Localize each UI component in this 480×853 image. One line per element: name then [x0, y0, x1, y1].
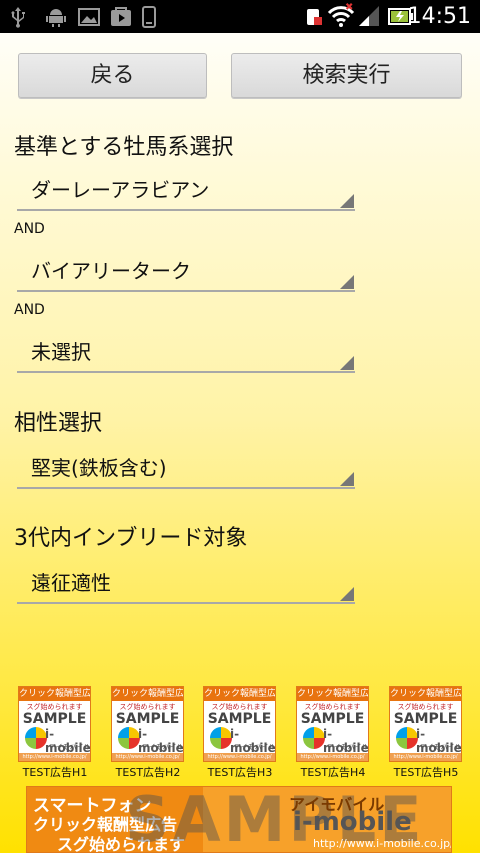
signal-icon [357, 0, 381, 33]
phone-icon [142, 6, 156, 28]
ad-sample: SAMPLE [22, 711, 87, 727]
ad-sample: SAMPLE [115, 711, 180, 727]
stallion-spinner-2-value: バイアリーターク [31, 259, 191, 283]
dropdown-arrow-icon [340, 275, 354, 289]
stallion-spinner-3-value: 未選択 [31, 340, 91, 364]
i-mobile-logo-icon [396, 727, 418, 749]
ad-brand-kana: アイモバイル [49, 743, 91, 751]
ad-header: クリック報酬型広告 [204, 687, 276, 701]
ad-url: http://www.i-mobile.co.jp/ [390, 753, 461, 761]
android-icon [45, 6, 67, 28]
ad-url: http://www.i-mobile.co.jp/ [297, 753, 368, 761]
image-icon [78, 6, 100, 28]
and-label-2: AND [14, 302, 45, 318]
wifi-icon: ✖ [327, 0, 355, 33]
ad-caption[interactable]: TEST広告H2 [101, 764, 195, 780]
compatibility-spinner-value: 堅実(鉄板含む) [31, 456, 167, 480]
ad-icon-1[interactable]: クリック報酬型広告 スグ始められます SAMPLE i-mobile アイモバイ… [18, 686, 92, 779]
stallion-spinner-2[interactable]: バイアリーターク [17, 253, 355, 292]
ad-header: クリック報酬型広告 [19, 687, 91, 701]
i-mobile-logo-icon [25, 727, 47, 749]
i-mobile-logo-icon [210, 727, 232, 749]
back-button[interactable]: 戻る [18, 53, 207, 98]
inbreeding-spinner[interactable]: 遠征適性 [17, 565, 355, 604]
banner-brand: i-mobile [293, 807, 412, 837]
ad-caption[interactable]: TEST広告H4 [286, 764, 380, 780]
sim-alert-icon [305, 0, 323, 33]
ad-icon-row: クリック報酬型広告 スグ始められます SAMPLE i-mobile アイモバイ… [0, 686, 480, 779]
ad-sample: SAMPLE [207, 711, 272, 727]
ad-icon-5[interactable]: クリック報酬型広告 スグ始められます SAMPLE i-mobile アイモバイ… [389, 686, 463, 779]
ad-header: クリック報酬型広告 [297, 687, 369, 701]
ad-brand-kana: アイモバイル [234, 743, 276, 751]
and-label-1: AND [14, 221, 45, 237]
stallion-spinner-1-value: ダーレーアラビアン [31, 178, 210, 202]
compatibility-spinner[interactable]: 堅実(鉄板含む) [17, 450, 355, 489]
ad-icon-4[interactable]: クリック報酬型広告 スグ始められます SAMPLE i-mobile アイモバイ… [296, 686, 370, 779]
ad-caption[interactable]: TEST広告H1 [8, 764, 102, 780]
ad-sample: SAMPLE [393, 711, 458, 727]
ad-brand-kana: アイモバイル [420, 743, 462, 751]
banner-ad[interactable]: スマートフォン クリック報酬型広告 スグ始められます SAMPLE アイモバイル… [26, 786, 452, 853]
dropdown-arrow-icon [340, 472, 354, 486]
ad-sample: SAMPLE [300, 711, 365, 727]
dropdown-arrow-icon [340, 587, 354, 601]
dropdown-arrow-icon [340, 194, 354, 208]
dropdown-arrow-icon [340, 356, 354, 370]
compatibility-title: 相性選択 [14, 411, 103, 436]
usb-icon [10, 6, 26, 28]
ad-header: クリック報酬型広告 [390, 687, 462, 701]
ad-caption[interactable]: TEST広告H3 [193, 764, 287, 780]
search-execute-button[interactable]: 検索実行 [231, 53, 462, 98]
i-mobile-logo-icon [303, 727, 325, 749]
ad-icon-3[interactable]: クリック報酬型広告 スグ始められます SAMPLE i-mobile アイモバイ… [203, 686, 277, 779]
i-mobile-logo-icon [118, 727, 140, 749]
svg-text:✖: ✖ [345, 2, 353, 13]
ad-brand-kana: アイモバイル [327, 743, 369, 751]
ad-icon-2[interactable]: クリック報酬型広告 スグ始められます SAMPLE i-mobile アイモバイ… [111, 686, 185, 779]
ad-url: http://www.i-mobile.co.jp/ [112, 753, 183, 761]
stallion-spinner-3[interactable]: 未選択 [17, 334, 355, 373]
inbreeding-title: 3代内インブリード対象 [14, 526, 248, 551]
stallion-spinner-1[interactable]: ダーレーアラビアン [17, 172, 355, 211]
ad-url: http://www.i-mobile.co.jp/ [204, 753, 275, 761]
stallion-lineage-title: 基準とする牡馬系選択 [14, 135, 234, 160]
clock: 14:51 [407, 4, 471, 29]
ad-header: クリック報酬型広告 [112, 687, 184, 701]
inbreeding-spinner-value: 遠征適性 [31, 571, 111, 595]
banner-url: http://www.i-mobile.co.jp/ [313, 837, 452, 850]
status-bar: ✖ 14:51 [0, 0, 480, 33]
ad-url: http://www.i-mobile.co.jp/ [19, 753, 90, 761]
ad-caption[interactable]: TEST広告H5 [379, 764, 473, 780]
ad-brand-kana: アイモバイル [142, 743, 184, 751]
play-store-icon [110, 6, 132, 28]
